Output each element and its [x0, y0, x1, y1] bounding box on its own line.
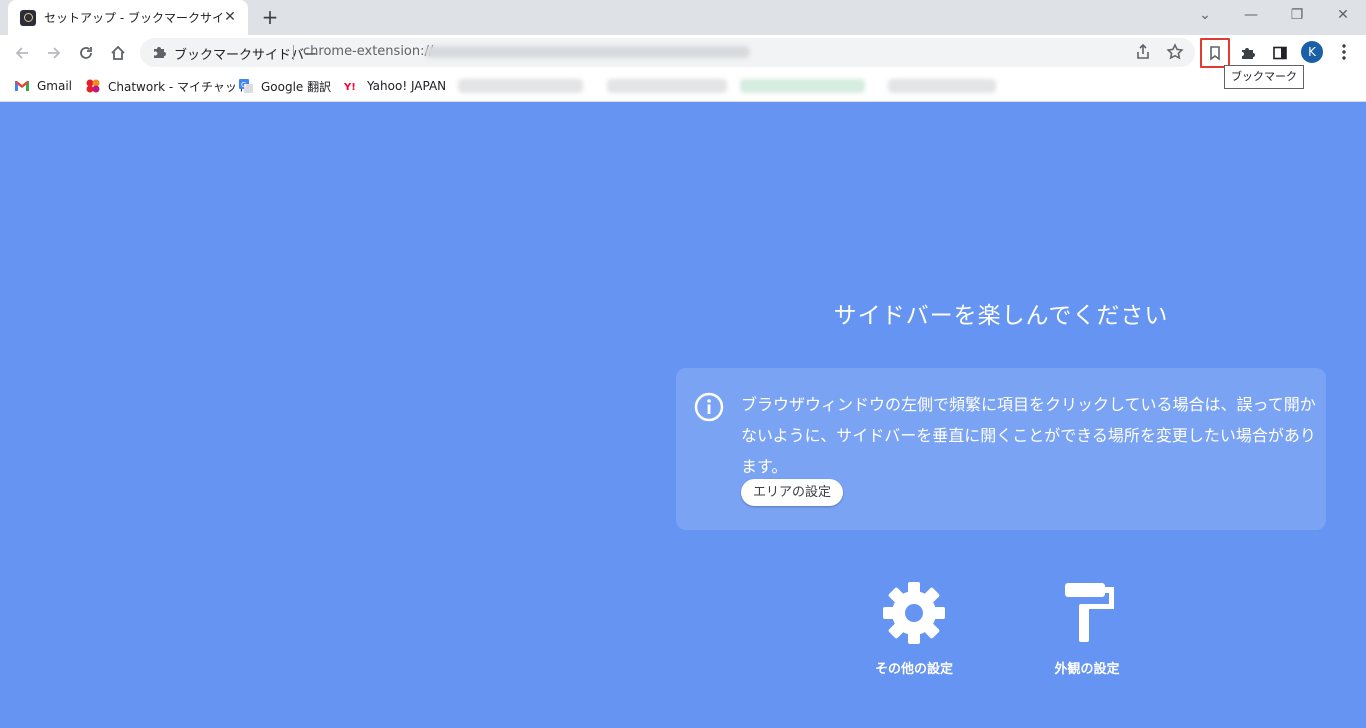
bookmark-label: Google 翻訳	[261, 79, 332, 94]
bookmark-label: Chatwork - マイチャット	[108, 79, 249, 94]
bookmark-icon	[1210, 46, 1220, 61]
profile-avatar[interactable]: K	[1301, 41, 1323, 63]
bookmark-label: Yahoo! JAPAN	[367, 79, 447, 93]
active-tab[interactable]: セットアップ - ブックマークサイドバー ✕	[8, 0, 248, 35]
google-translate-icon: G	[238, 78, 254, 94]
tab-title: セットアップ - ブックマークサイドバー	[44, 11, 224, 25]
info-icon	[694, 392, 724, 422]
other-settings-label: その他の設定	[874, 662, 953, 677]
yahoo-icon: Y!	[344, 78, 360, 94]
bookmark-gmail[interactable]: Gmail	[14, 77, 72, 95]
extension-favicon-icon	[20, 9, 36, 26]
bookmark-google-translate[interactable]: G Google 翻訳	[238, 77, 331, 95]
url-text: chrome-extension://	[303, 44, 434, 59]
bookmarks-bar: Gmail Chatwork - マイチャット G Google 翻訳 Y! Y…	[0, 70, 1366, 102]
minimize-button[interactable]: —	[1228, 0, 1274, 30]
bookmark-yahoo[interactable]: Y! Yahoo! JAPAN	[344, 77, 446, 95]
bookmark-sidebar-button[interactable]	[1200, 38, 1230, 68]
other-settings-button[interactable]: その他の設定	[854, 581, 974, 677]
window-close-button[interactable]: ✕	[1320, 0, 1366, 30]
side-panel-button[interactable]	[1265, 38, 1295, 68]
bookmark-chatwork[interactable]: Chatwork - マイチャット	[85, 77, 249, 95]
paint-roller-icon	[1065, 583, 1114, 642]
back-arrow-icon	[15, 47, 28, 59]
appearance-settings-button[interactable]: 外観の設定	[1027, 581, 1147, 677]
tab-search-chevron-icon[interactable]: ⌄	[1182, 0, 1228, 30]
appearance-settings-label: 外観の設定	[1054, 662, 1120, 677]
home-button[interactable]	[104, 39, 132, 67]
area-settings-button[interactable]: エリアの設定	[741, 479, 844, 506]
restore-button[interactable]: ❐	[1274, 0, 1320, 30]
address-bar[interactable]: ブックマークサイドバー chrome-extension://	[140, 38, 1195, 67]
home-icon	[111, 45, 125, 60]
forward-arrow-icon	[48, 47, 61, 59]
gmail-icon	[14, 78, 30, 94]
bookmark-redacted[interactable]	[740, 79, 865, 93]
setup-page: サイドバーを楽しんでください ブラウザウィンドウの左側で頻繁に項目をクリックして…	[0, 103, 1366, 728]
reload-button[interactable]	[72, 39, 100, 67]
url-redacted	[425, 46, 750, 58]
tab-strip: セットアップ - ブックマークサイドバー ✕ + ⌄ — ❐ ✕	[0, 0, 1366, 35]
share-icon[interactable]	[1134, 43, 1152, 61]
forward-button[interactable]	[40, 39, 68, 67]
page-headline: サイドバーを楽しんでください	[833, 303, 1169, 329]
reload-icon	[80, 47, 92, 59]
bookmark-redacted[interactable]	[458, 79, 583, 93]
bookmark-redacted[interactable]	[607, 79, 727, 93]
site-name: ブックマークサイドバー	[174, 48, 318, 63]
url-separator	[293, 45, 294, 60]
svg-text:Y!: Y!	[344, 82, 356, 92]
info-text: ブラウザウィンドウの左側で頻繁に項目をクリックしている場合は、誤って開かないよう…	[741, 395, 1316, 476]
tab-close-icon[interactable]: ✕	[222, 9, 238, 25]
info-box: ブラウザウィンドウの左側で頻繁に項目をクリックしている場合は、誤って開かないよう…	[676, 368, 1326, 530]
bookmark-label: Gmail	[37, 79, 73, 93]
side-panel-icon	[1273, 46, 1287, 60]
new-tab-button[interactable]: +	[258, 6, 282, 30]
browser-toolbar: ブックマークサイドバー chrome-extension:// K	[0, 35, 1366, 70]
bookmark-tooltip: ブックマーク	[1224, 65, 1304, 89]
puzzle-icon	[1242, 48, 1255, 59]
menu-dots-icon[interactable]	[1336, 41, 1352, 63]
extensions-button[interactable]	[1233, 38, 1263, 68]
chatwork-icon	[85, 78, 101, 94]
svg-text:G: G	[241, 81, 246, 89]
star-icon[interactable]	[1166, 43, 1184, 61]
back-button[interactable]	[8, 39, 36, 67]
bookmark-redacted[interactable]	[888, 79, 996, 93]
puzzle-icon	[154, 47, 166, 58]
gear-icon	[883, 582, 945, 644]
